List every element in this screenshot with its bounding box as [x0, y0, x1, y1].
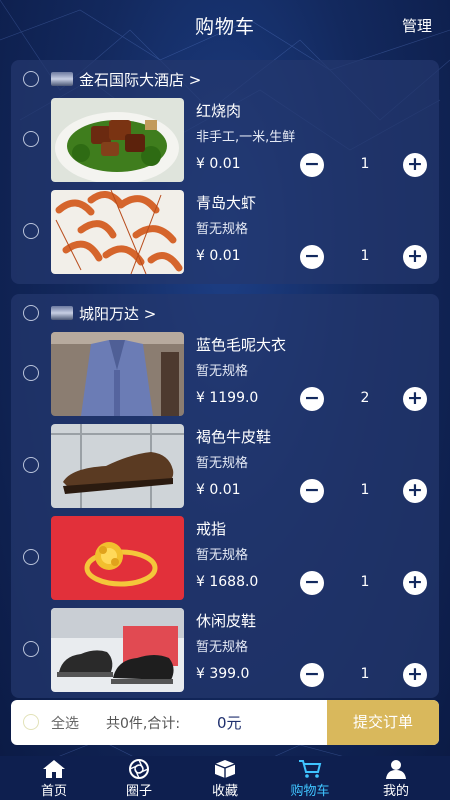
increase-quantity-button[interactable]: + — [403, 387, 427, 411]
item-name[interactable]: 蓝色毛呢大衣 — [196, 334, 286, 355]
decrease-quantity-button[interactable]: − — [300, 571, 324, 595]
cart-item: 红烧肉 非手工,一米,生鲜 ¥ 0.01 − 1 + — [11, 98, 439, 182]
store-header[interactable]: 城阳万达 > — [11, 294, 439, 330]
store-card: 城阳万达 > 蓝色毛呢大衣 暂无规格 ¥ 1199.0 − 2 + 褐色牛皮鞋 … — [11, 294, 439, 698]
item-spec: 暂无规格 — [196, 364, 249, 379]
tab-label: 购物车 — [290, 784, 330, 799]
cart-item: 褐色牛皮鞋 暂无规格 ¥ 0.01 − 1 + — [11, 424, 439, 508]
increase-quantity-button[interactable]: + — [403, 153, 427, 177]
item-select-radio[interactable] — [23, 131, 39, 147]
store-header[interactable]: 金石国际大酒店 > — [11, 60, 439, 96]
select-all-radio[interactable] — [23, 714, 39, 730]
quantity-value: 1 — [360, 248, 370, 264]
box-icon — [214, 760, 236, 778]
store-select-radio[interactable] — [23, 71, 39, 87]
decrease-quantity-button[interactable]: − — [300, 387, 324, 411]
store-card: 金石国际大酒店 > 红烧肉 非手工,一米,生鲜 ¥ 0.01 − 1 + 青岛大… — [11, 60, 439, 284]
brown-shoe-image[interactable] — [51, 424, 184, 508]
select-all-label[interactable]: 全选 — [51, 713, 79, 733]
tab-bar: 首页 圈子 收藏 购物车 我的 — [0, 756, 450, 800]
item-spec: 暂无规格 — [196, 456, 249, 471]
item-select-radio[interactable] — [23, 457, 39, 473]
increase-quantity-button[interactable]: + — [403, 245, 427, 269]
aperture-icon — [129, 759, 149, 779]
item-name[interactable]: 青岛大虾 — [196, 192, 256, 213]
cart-total: 0元 — [217, 714, 242, 732]
shrimp-image[interactable] — [51, 190, 184, 274]
tab-home[interactable]: 首页 — [9, 756, 99, 800]
user-icon — [386, 760, 406, 779]
checkout-bar: 全选 共0件,合计: 0元 提交订单 — [11, 700, 439, 745]
casual-shoes-image[interactable] — [51, 608, 184, 692]
item-name[interactable]: 红烧肉 — [196, 100, 241, 121]
manage-button[interactable]: 管理 — [402, 15, 432, 36]
item-price: ¥ 0.01 — [196, 482, 241, 498]
tab-label: 我的 — [382, 784, 409, 799]
store-name[interactable]: 金石国际大酒店 > — [79, 69, 201, 90]
tab-label: 首页 — [40, 784, 67, 799]
tab-cart[interactable]: 购物车 — [265, 756, 355, 800]
increase-quantity-button[interactable]: + — [403, 479, 427, 503]
item-select-radio[interactable] — [23, 641, 39, 657]
store-select-radio[interactable] — [23, 305, 39, 321]
home-icon — [43, 760, 65, 778]
cart-summary: 共0件,合计: — [106, 716, 181, 732]
submit-order-button[interactable]: 提交订单 — [327, 700, 439, 745]
item-select-radio[interactable] — [23, 549, 39, 565]
quantity-value: 1 — [360, 482, 370, 498]
decrease-quantity-button[interactable]: − — [300, 245, 324, 269]
store-icon — [51, 72, 73, 86]
tab-favorites[interactable]: 收藏 — [180, 756, 270, 800]
tab-circle[interactable]: 圈子 — [94, 756, 184, 800]
item-spec: 暂无规格 — [196, 222, 249, 237]
cart-item: 青岛大虾 暂无规格 ¥ 0.01 − 1 + — [11, 190, 439, 274]
item-name[interactable]: 戒指 — [196, 518, 226, 539]
page-title: 购物车 — [194, 16, 255, 38]
decrease-quantity-button[interactable]: − — [300, 663, 324, 687]
tab-mine[interactable]: 我的 — [351, 756, 441, 800]
store-icon — [51, 306, 73, 320]
item-select-radio[interactable] — [23, 365, 39, 381]
item-price: ¥ 1688.0 — [196, 574, 259, 590]
store-name[interactable]: 城阳万达 > — [79, 303, 156, 324]
cart-item: 休闲皮鞋 暂无规格 ¥ 399.0 − 1 + — [11, 608, 439, 692]
quantity-value: 1 — [360, 574, 370, 590]
decrease-quantity-button[interactable]: − — [300, 479, 324, 503]
item-name[interactable]: 休闲皮鞋 — [196, 610, 256, 631]
increase-quantity-button[interactable]: + — [403, 571, 427, 595]
item-price: ¥ 0.01 — [196, 156, 241, 172]
quantity-value: 1 — [360, 666, 370, 682]
item-price: ¥ 1199.0 — [196, 390, 259, 406]
item-name[interactable]: 褐色牛皮鞋 — [196, 426, 271, 447]
item-spec: 暂无规格 — [196, 640, 249, 655]
item-price: ¥ 399.0 — [196, 666, 250, 682]
decrease-quantity-button[interactable]: − — [300, 153, 324, 177]
cart-item: 戒指 暂无规格 ¥ 1688.0 − 1 + — [11, 516, 439, 600]
cart-icon — [299, 760, 322, 778]
item-spec: 非手工,一米,生鲜 — [196, 130, 296, 145]
quantity-value: 1 — [360, 156, 370, 172]
header: 购物车 管理 — [0, 0, 450, 52]
quantity-value: 2 — [360, 390, 370, 406]
braised-pork-image[interactable] — [51, 98, 184, 182]
tab-label: 收藏 — [211, 784, 238, 799]
tab-label: 圈子 — [125, 784, 152, 799]
blue-coat-image[interactable] — [51, 332, 184, 416]
item-spec: 暂无规格 — [196, 548, 249, 563]
item-price: ¥ 0.01 — [196, 248, 241, 264]
gold-ring-image[interactable] — [51, 516, 184, 600]
increase-quantity-button[interactable]: + — [403, 663, 427, 687]
item-select-radio[interactable] — [23, 223, 39, 239]
cart-item: 蓝色毛呢大衣 暂无规格 ¥ 1199.0 − 2 + — [11, 332, 439, 416]
